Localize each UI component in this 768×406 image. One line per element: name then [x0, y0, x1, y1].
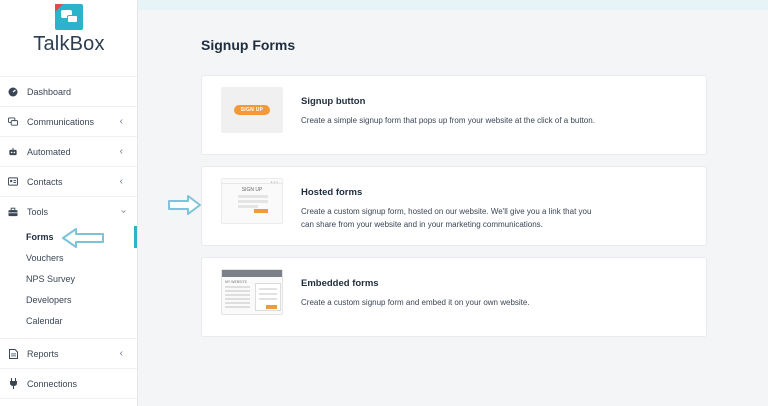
chevron-left-icon: ‹ [119, 116, 123, 127]
chevron-left-icon: ‹ [119, 348, 123, 359]
sidebar-item-label: Tools [27, 206, 49, 217]
sidebar-item-communications[interactable]: Communications ‹ [0, 106, 137, 136]
report-icon [8, 348, 18, 359]
card-description: Create a custom signup form and embed it… [301, 298, 530, 307]
top-banner [138, 0, 768, 10]
signup-pill: SIGN UP [233, 105, 271, 115]
chevron-left-icon: ‹ [119, 146, 123, 157]
robot-icon [8, 147, 18, 157]
sidebar-subitem-vouchers[interactable]: Vouchers [26, 253, 64, 263]
sidebar-divider [0, 398, 137, 406]
annotation-arrow-right-icon [168, 195, 201, 215]
card-title: Hosted forms [301, 187, 363, 198]
hosted-form-preview: ●●● SIGN UP [221, 178, 283, 224]
sidebar-item-tools[interactable]: Tools ‹ [0, 196, 137, 226]
sidebar-item-dashboard[interactable]: Dashboard [0, 76, 137, 106]
sidebar-item-label: Automated [27, 146, 71, 157]
chevron-down-icon: ‹ [117, 209, 129, 214]
active-indicator [134, 226, 137, 248]
sidebar-item-label: Contacts [27, 176, 63, 187]
brand-name: TalkBox [33, 33, 105, 55]
sidebar-item-contacts[interactable]: Contacts ‹ [0, 166, 137, 196]
preview-title: SIGN UP [241, 187, 263, 193]
sidebar-item-automated[interactable]: Automated ‹ [0, 136, 137, 166]
logo[interactable]: TalkBox [0, 4, 138, 56]
window-dots-icon: ●●● [270, 180, 279, 184]
page-title: Signup Forms [201, 37, 296, 53]
sidebar-item-label: Dashboard [27, 86, 72, 97]
card-embedded-forms[interactable]: MY WEBSITE Embedded forms Create a custo… [201, 257, 707, 337]
annotation-arrow-left-icon [62, 228, 104, 248]
card-title: Embedded forms [301, 278, 379, 289]
embedded-form-preview: MY WEBSITE [221, 269, 283, 315]
sidebar-subitem-forms[interactable]: Forms [26, 232, 54, 242]
sidebar-item-label: Communications [27, 116, 95, 127]
card-title: Signup button [301, 96, 366, 107]
signup-button-preview: SIGN UP [221, 87, 283, 133]
sidebar-subitem-calendar[interactable]: Calendar [26, 316, 63, 326]
chat-icon [8, 116, 18, 127]
card-signup-button[interactable]: SIGN UP Signup button Create a simple si… [201, 75, 707, 155]
sidebar-item-label: Reports [27, 348, 59, 359]
sidebar-subitem-nps-survey[interactable]: NPS Survey [26, 274, 75, 284]
talkbox-logo-icon [55, 4, 83, 30]
contacts-icon [8, 177, 18, 187]
chevron-left-icon: ‹ [119, 176, 123, 187]
card-hosted-forms[interactable]: ●●● SIGN UP Hosted forms Create a custom… [201, 166, 707, 246]
sidebar-item-reports[interactable]: Reports ‹ [0, 338, 137, 368]
preview-site-label: MY WEBSITE [225, 280, 247, 284]
sidebar-item-connections[interactable]: Connections [0, 368, 137, 398]
dashboard-icon [8, 87, 18, 97]
sidebar: TalkBox Dashboard Communications ‹ Autom… [0, 0, 138, 406]
plug-icon [8, 378, 18, 389]
sidebar-subitem-developers[interactable]: Developers [26, 295, 72, 305]
sidebar-item-label: Connections [27, 378, 78, 389]
card-description: Create a simple signup form that pops up… [301, 116, 595, 125]
toolbox-icon [8, 207, 18, 217]
card-description: Create a custom signup form, hosted on o… [301, 207, 592, 229]
